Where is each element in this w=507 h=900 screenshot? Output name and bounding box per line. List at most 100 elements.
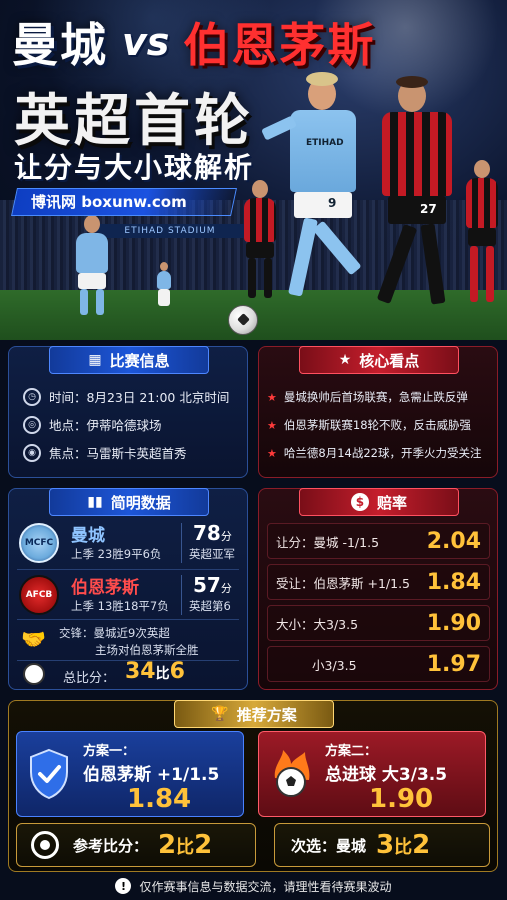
highlight-text: 哈兰德8月14战22球，开季火力受关注 (283, 446, 482, 460)
stats-header: ▮▮ 简明数据 (49, 488, 209, 516)
star-bullet-icon: ★ (267, 390, 277, 404)
subtitle: 让分与大小球解析 (14, 151, 255, 184)
h2h-line-1: 交锋：曼城近9次英超 (59, 626, 170, 640)
reference-score: 2比2 (158, 830, 213, 860)
highlight-item: ★ 哈兰德8月14战22球，开季火力受关注 (267, 445, 481, 461)
focus-value: 马雷斯卡英超首秀 (86, 446, 187, 461)
odds-row-under: 小3/3.5 1.97 (267, 646, 490, 682)
alternate-score-box: 次选：曼城 3比2 (274, 823, 490, 867)
h2h-line-2: 主场对伯恩茅斯全胜 (95, 643, 199, 657)
disclaimer-footer: ! 仅作赛事信息与数据交流，请理性看待赛果波动 (0, 872, 507, 900)
alternate-score-label: 次选：曼城 (291, 836, 367, 855)
away-team-record: 上季 13胜18平7负 (71, 599, 169, 613)
player-bournemouth-defender: 27 (368, 76, 478, 320)
bournemouth-crest: AFCB (19, 575, 59, 615)
league-title: 英超首轮 (14, 89, 254, 154)
stats-panel: ▮▮ 简明数据 MCFC 曼城 上季 23胜9平6负 78分 英超亚军 AFCB… (8, 488, 248, 690)
home-rank: 英超亚军 (189, 547, 235, 561)
away-team-title: 伯恩茅斯 (183, 18, 376, 72)
odds-header: $ 赔率 (299, 488, 459, 516)
plan-one-title: 方案一： (83, 744, 136, 759)
odds-title: 赔率 (376, 493, 407, 512)
target-arrow-icon (31, 831, 59, 859)
stadium-icon: ◎ (23, 415, 41, 434)
site-tag-label: 博讯网 boxunw.com (31, 193, 187, 211)
disclaimer-text: 仅作赛事信息与数据交流，请理性看待赛果波动 (139, 879, 392, 894)
home-team-record: 上季 23胜9平6负 (71, 547, 162, 561)
highlights-title: 核心看点 (359, 351, 420, 370)
odds-label: 小3/3.5 (312, 657, 357, 673)
odds-value: 2.04 (426, 528, 481, 554)
hero-banner: ETIHAD STADIUM ETIHAD 9 27 曼城 vs 伯恩茅斯 英超… (0, 0, 507, 340)
home-points: 78分 (193, 521, 232, 545)
stats-title: 简明数据 (110, 493, 171, 512)
total-score-label: 总比分： (63, 671, 116, 686)
warning-icon: ! (115, 878, 132, 894)
target-icon: ◉ (23, 443, 41, 462)
highlight-item: ★ 曼城换帅后首场联赛，急需止跌反弹 (267, 389, 468, 405)
plan-two-card[interactable]: 方案二： 总进球 大3/3.5 1.90 (258, 731, 486, 817)
odds-label: 大小：大3/3.5 (276, 616, 359, 632)
trophy-icon: 🏆 (211, 706, 229, 722)
reference-score-label: 参考比分： (73, 836, 149, 855)
match-info-panel: ▦ 比赛信息 ◷ 时间： 8月23日 21:00 北京时间 ◎ 地点： 伊蒂哈德… (8, 346, 248, 478)
star-bullet-icon: ★ (267, 446, 277, 460)
plan-one-odds: 1.84 (127, 784, 192, 814)
match-title: 曼城 vs 伯恩茅斯 (12, 10, 492, 74)
alternate-score: 3比2 (376, 830, 431, 860)
site-tag[interactable]: 博讯网 boxunw.com (11, 188, 237, 216)
star-icon: ★ (338, 352, 352, 368)
time-value: 8月23日 21:00 北京时间 (86, 390, 230, 405)
player-city-background (62, 215, 122, 315)
away-points: 57分 (193, 573, 232, 597)
time-row: ◷ 时间： 8月23日 21:00 北京时间 (23, 387, 229, 406)
vs-label: vs (122, 20, 170, 64)
plan-one-card[interactable]: 方案一： 伯恩茅斯 +1/1.5 1.84 (16, 731, 244, 817)
highlight-text: 伯恩茅斯联赛18轮不败，反击威胁强 (283, 418, 472, 432)
away-rank: 英超第6 (189, 599, 231, 613)
flaming-ball-icon (269, 748, 313, 800)
time-label: 时间： (49, 390, 87, 405)
plan-two-title: 方案二： (325, 744, 378, 759)
player-city-far (152, 262, 176, 306)
venue-label: 地点： (49, 418, 87, 433)
bar-chart-icon: ▮▮ (87, 494, 103, 510)
odds-value: 1.84 (426, 569, 481, 595)
football (228, 305, 258, 335)
player-city-striker: ETIHAD 9 (261, 72, 382, 318)
odds-value: 1.90 (426, 610, 481, 636)
recommend-title: 推荐方案 (236, 705, 297, 724)
odds-label: 受让：伯恩茅斯 +1/1.5 (276, 575, 410, 591)
odds-label: 让分：曼城 -1/1.5 (276, 534, 380, 550)
home-team-title: 曼城 (12, 18, 108, 72)
recommend-header: 🏆 推荐方案 (174, 700, 334, 728)
home-team-name: 曼城 (71, 526, 105, 546)
man-city-crest: MCFC (19, 523, 59, 563)
plan-two-text: 总进球 大3/3.5 (325, 765, 448, 785)
highlights-panel: ★ 核心看点 ★ 曼城换帅后首场联赛，急需止跌反弹 ★ 伯恩茅斯联赛18轮不败，… (258, 346, 498, 478)
reference-score-box: 参考比分： 2比2 (16, 823, 256, 867)
highlights-header: ★ 核心看点 (299, 346, 459, 374)
highlight-item: ★ 伯恩茅斯联赛18轮不败，反击威胁强 (267, 417, 471, 433)
odds-panel: $ 赔率 让分：曼城 -1/1.5 2.04 受让：伯恩茅斯 +1/1.5 1.… (258, 488, 498, 690)
highlight-text: 曼城换帅后首场联赛，急需止跌反弹 (283, 390, 468, 404)
shield-check-icon (27, 748, 71, 800)
focus-label: 焦点： (49, 446, 87, 461)
clock-icon: ◷ (23, 387, 41, 406)
star-bullet-icon: ★ (267, 418, 277, 432)
odds-value: 1.97 (426, 651, 481, 677)
match-info-title: 比赛信息 (109, 351, 170, 370)
plan-two-odds: 1.90 (369, 784, 434, 814)
match-info-header: ▦ 比赛信息 (49, 346, 209, 374)
venue-row: ◎ 地点： 伊蒂哈德球场 (23, 415, 162, 434)
odds-row-over: 大小：大3/3.5 1.90 (267, 605, 490, 641)
focus-row: ◉ 焦点： 马雷斯卡英超首秀 (23, 443, 187, 462)
plan-one-text: 伯恩茅斯 +1/1.5 (83, 765, 220, 785)
football-icon (23, 663, 45, 685)
total-score: 34比6 (125, 659, 185, 684)
calendar-icon: ▦ (88, 352, 102, 368)
handshake-icon: 🤝 (21, 627, 46, 651)
money-icon: $ (350, 493, 369, 511)
away-team-name: 伯恩茅斯 (71, 578, 139, 598)
venue-value: 伊蒂哈德球场 (86, 418, 162, 433)
